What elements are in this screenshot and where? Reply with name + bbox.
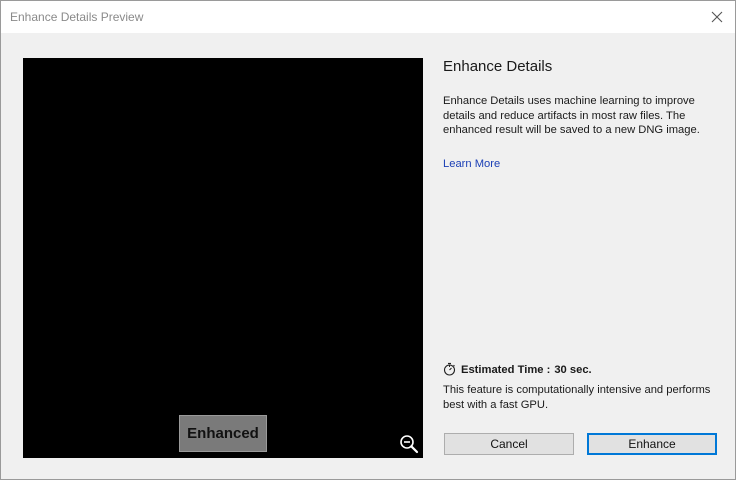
estimated-time: Estimated Time : 30 sec. bbox=[443, 362, 592, 378]
enhanced-badge: Enhanced bbox=[179, 415, 267, 452]
gpu-note: This feature is computationally intensiv… bbox=[443, 384, 711, 411]
cancel-button[interactable]: Cancel bbox=[444, 433, 574, 455]
estimated-time-label: Estimated Time : bbox=[461, 364, 551, 376]
enhance-button[interactable]: Enhance bbox=[587, 433, 717, 455]
panel-title: Enhance Details bbox=[443, 58, 553, 75]
description-text: Enhance Details uses machine learning to… bbox=[443, 95, 700, 136]
zoom-out-icon[interactable] bbox=[399, 434, 419, 454]
estimated-time-value: 30 sec. bbox=[554, 364, 592, 376]
close-icon[interactable] bbox=[705, 5, 729, 29]
enhance-details-dialog: Enhance Details Preview Enhanced Enhance… bbox=[0, 0, 736, 480]
preview-area[interactable]: Enhanced bbox=[23, 58, 423, 458]
window-title: Enhance Details Preview bbox=[10, 10, 144, 24]
title-bar: Enhance Details Preview bbox=[1, 1, 735, 33]
learn-more-link[interactable]: Learn More bbox=[443, 158, 500, 170]
stopwatch-icon bbox=[443, 362, 456, 379]
